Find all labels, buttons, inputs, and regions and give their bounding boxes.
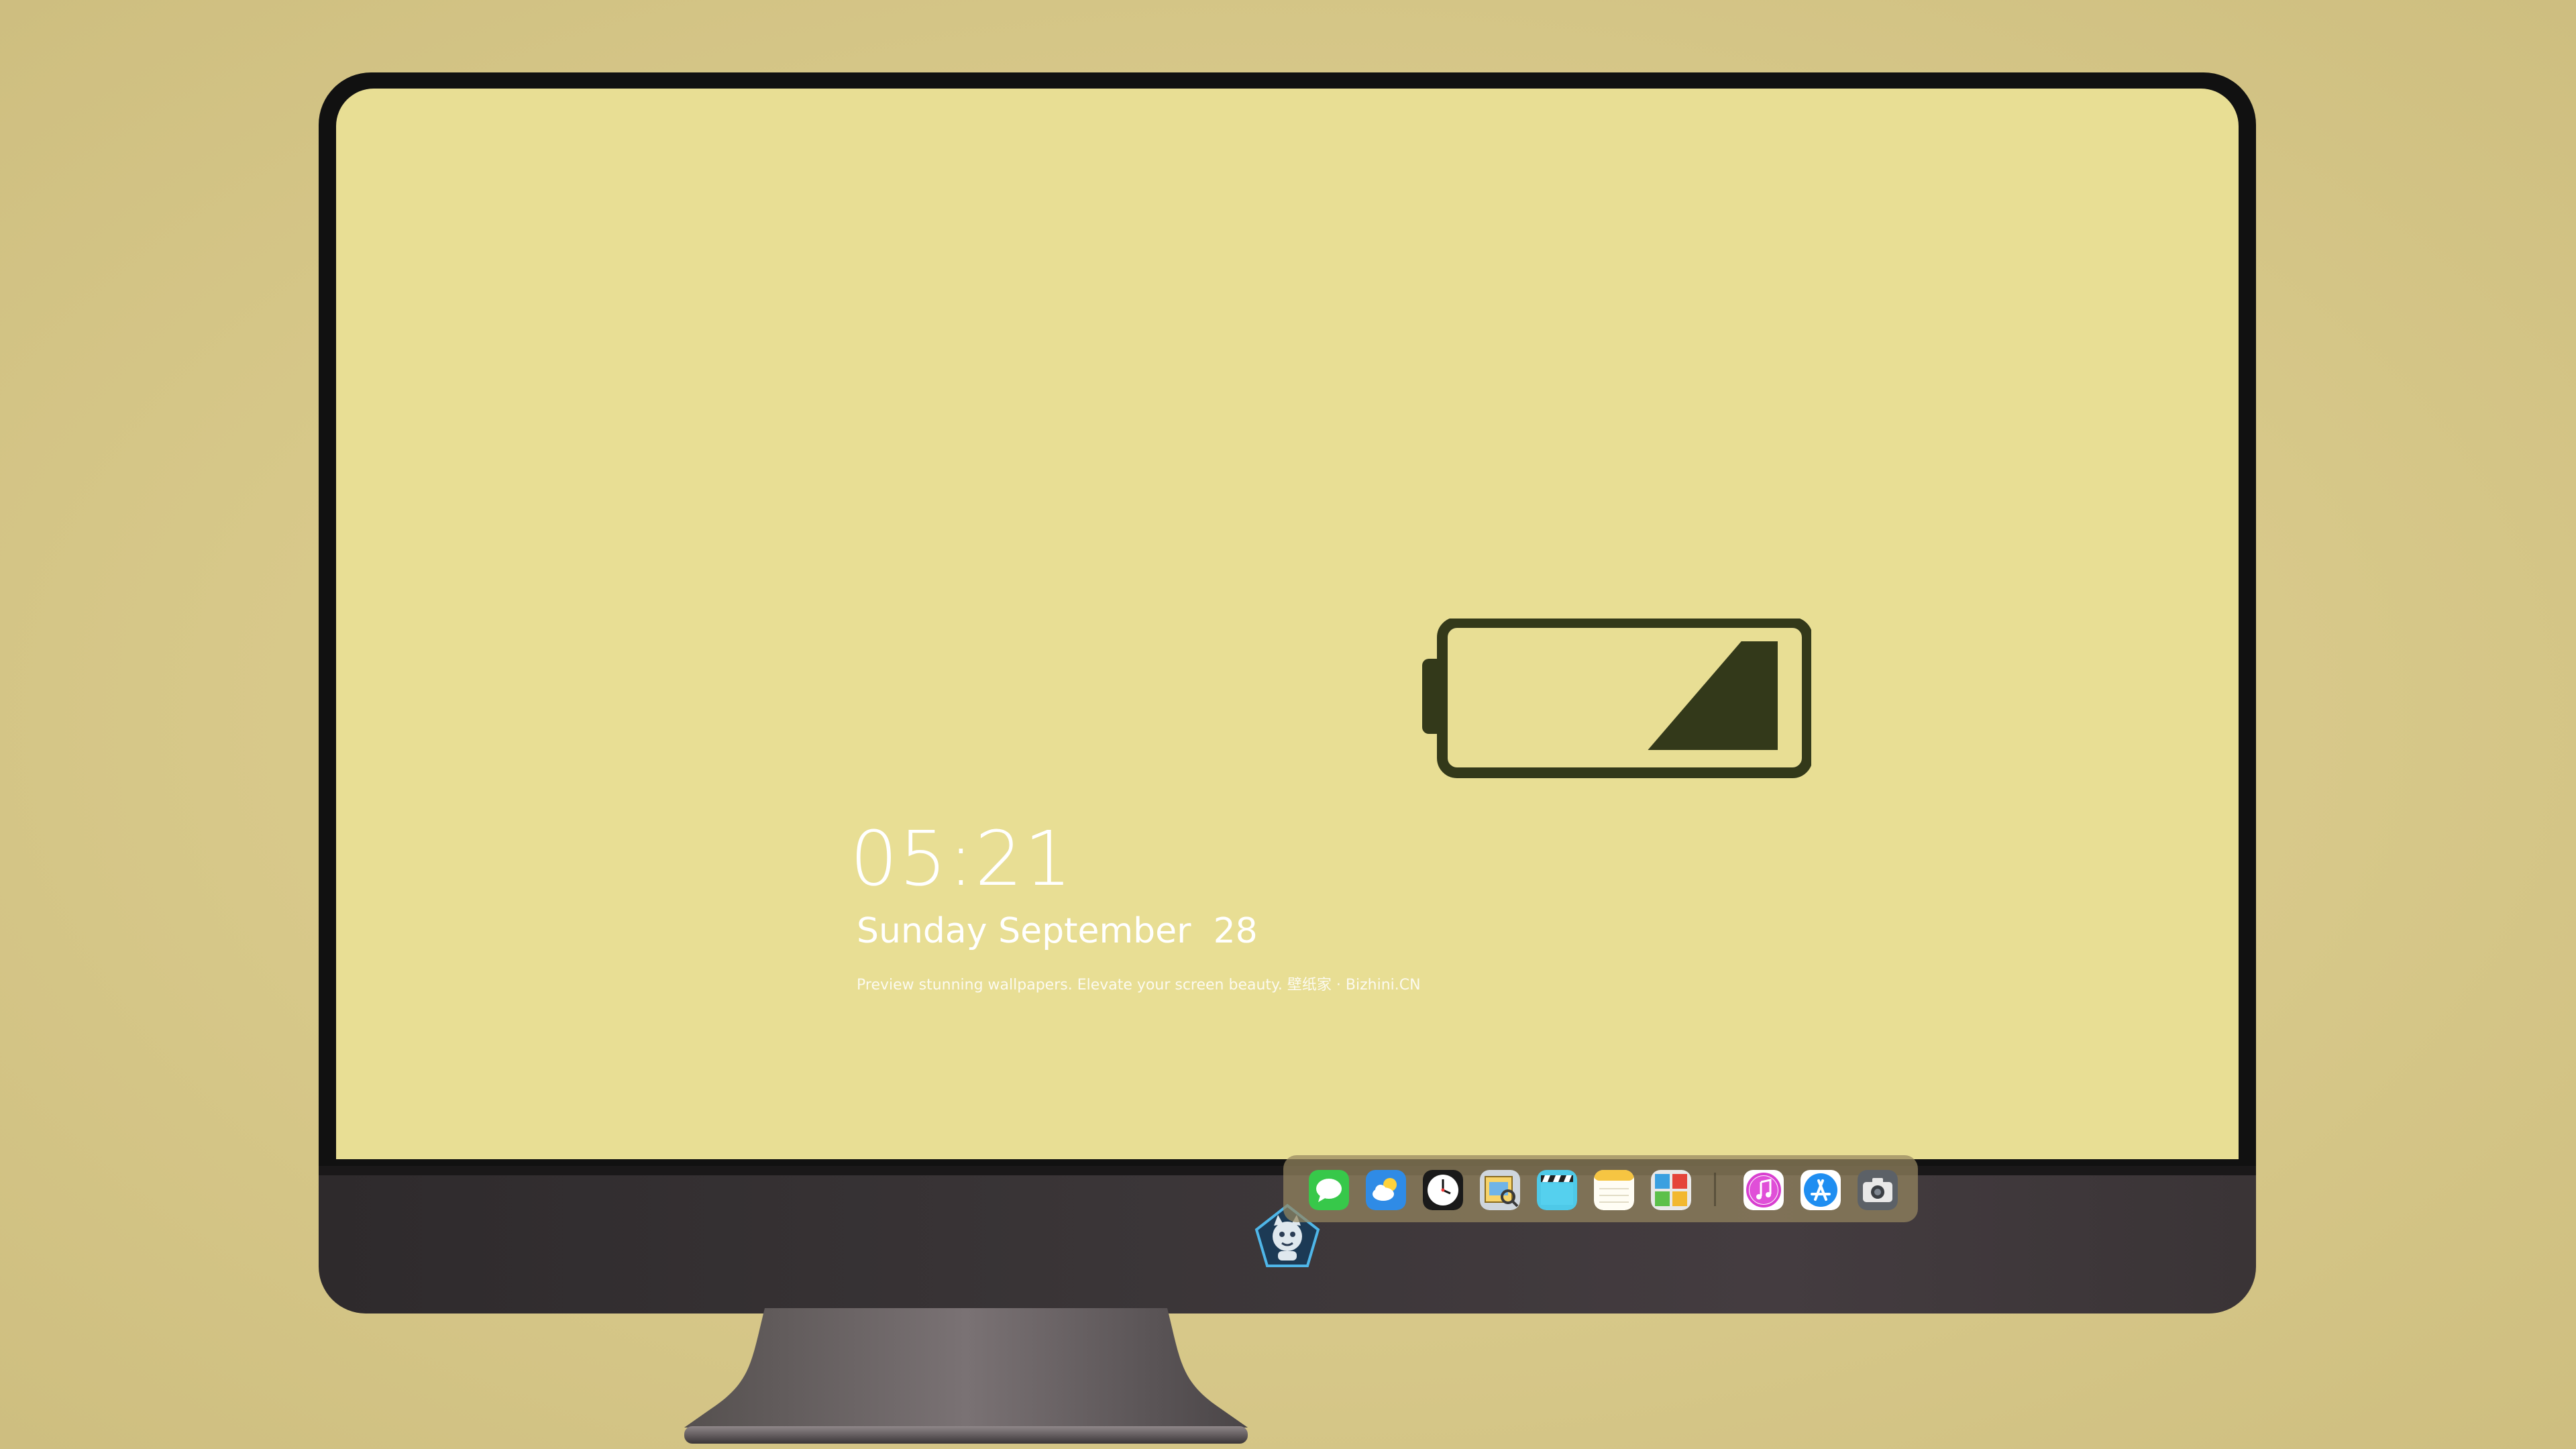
battery-low-icon — [1422, 619, 1811, 778]
photo-booth-icon[interactable] — [1651, 1170, 1691, 1210]
clock-date: Sunday September 28 — [857, 911, 1258, 951]
dock-separator — [1714, 1173, 1716, 1206]
messages-icon[interactable] — [1309, 1170, 1349, 1210]
wallpaper-tagline: Preview stunning wallpapers. Elevate you… — [857, 977, 1421, 994]
clock-time: 05:21 — [850, 816, 1073, 903]
app-dock — [1283, 1155, 1918, 1222]
notes-icon[interactable] — [1594, 1170, 1634, 1210]
monitor-stand — [684, 1308, 1248, 1444]
desktop-screen: 05:21 Sunday September 28 Preview stunni… — [336, 89, 2239, 1159]
music-note-icon[interactable] — [1743, 1170, 1784, 1210]
preview-icon[interactable] — [1480, 1170, 1520, 1210]
weather-icon[interactable] — [1366, 1170, 1406, 1210]
imac-monitor: 05:21 Sunday September 28 Preview stunni… — [319, 72, 2256, 1444]
camera-icon[interactable] — [1858, 1170, 1898, 1210]
app-store-icon[interactable] — [1801, 1170, 1841, 1210]
clapperboard-icon[interactable] — [1537, 1170, 1577, 1210]
clock-icon[interactable] — [1423, 1170, 1463, 1210]
